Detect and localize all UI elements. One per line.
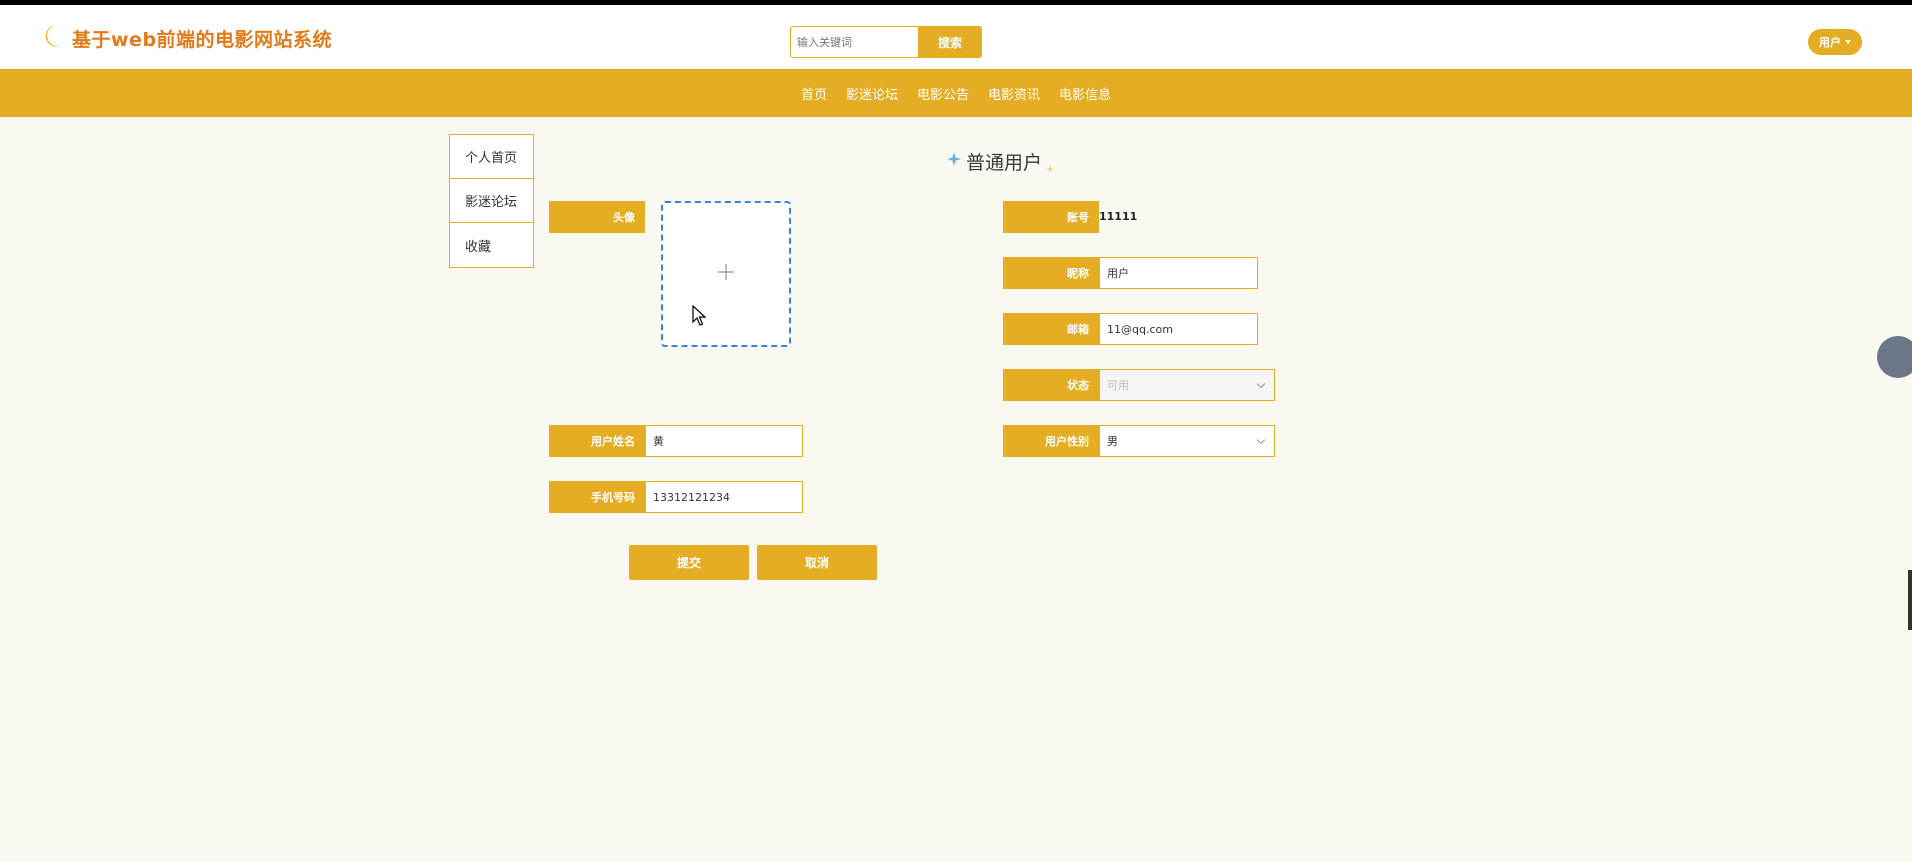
- nickname-input[interactable]: 用户: [1099, 257, 1258, 289]
- site-header: 基于web前端的电影网站系统 搜索 用户: [0, 5, 1912, 69]
- submit-button[interactable]: 提交: [629, 545, 749, 580]
- nav-item-announcements[interactable]: 电影公告: [917, 84, 969, 103]
- sidebar-item-favorites[interactable]: 收藏: [450, 223, 533, 267]
- nav-item-movies[interactable]: 电影信息: [1059, 84, 1111, 103]
- side-handle[interactable]: [1908, 570, 1912, 630]
- cancel-button[interactable]: 取消: [757, 545, 877, 580]
- page-title-wrap: 普通用户: [946, 146, 1054, 176]
- nav-item-news[interactable]: 电影资讯: [988, 84, 1040, 103]
- main-nav: 首页 影迷论坛 电影公告 电影资讯 电影信息: [0, 69, 1912, 117]
- avatar-upload[interactable]: [661, 201, 791, 347]
- status-label: 状态: [1003, 369, 1099, 401]
- mouse-cursor-icon: [692, 304, 707, 331]
- user-menu-button[interactable]: 用户: [1808, 29, 1862, 55]
- nickname-label: 昵称: [1003, 257, 1099, 289]
- site-logo[interactable]: 基于web前端的电影网站系统: [40, 23, 332, 53]
- chevron-down-icon: [1256, 379, 1266, 389]
- search-button[interactable]: 搜索: [918, 26, 982, 58]
- page-title: 普通用户: [966, 151, 1043, 174]
- gender-label: 用户性别: [1003, 425, 1099, 457]
- account-label: 账号: [1003, 201, 1099, 233]
- gender-value: 男: [1107, 435, 1118, 448]
- plus-icon: [716, 262, 736, 286]
- user-menu-label: 用户: [1819, 36, 1841, 49]
- real-name-input[interactable]: 黄: [645, 425, 803, 457]
- floating-assistant-button[interactable]: [1877, 336, 1912, 378]
- star-icon: [946, 151, 962, 171]
- chevron-down-icon: [1256, 435, 1266, 445]
- star-icon: [1046, 158, 1054, 177]
- status-value: 可用: [1107, 379, 1129, 392]
- site-title: 基于web前端的电影网站系统: [72, 28, 333, 51]
- search-input[interactable]: [790, 26, 918, 58]
- sidebar-item-forum[interactable]: 影迷论坛: [450, 179, 533, 223]
- sidebar-item-profile[interactable]: 个人首页: [450, 135, 533, 179]
- avatar-label: 头像: [549, 201, 645, 233]
- account-value: 11111: [1099, 210, 1138, 223]
- gender-select[interactable]: 男: [1099, 425, 1275, 457]
- moon-icon: [40, 22, 64, 54]
- phone-label: 手机号码: [549, 481, 645, 513]
- nav-item-forum[interactable]: 影迷论坛: [846, 84, 898, 103]
- sidebar-menu: 个人首页 影迷论坛 收藏: [449, 134, 534, 268]
- email-input[interactable]: 11@qq.com: [1099, 313, 1258, 345]
- phone-input[interactable]: 13312121234: [645, 481, 803, 513]
- caret-down-icon: [1845, 40, 1851, 44]
- real-name-label: 用户姓名: [549, 425, 645, 457]
- nav-item-home[interactable]: 首页: [801, 84, 827, 103]
- status-select: 可用: [1099, 369, 1275, 401]
- email-label: 邮箱: [1003, 313, 1099, 345]
